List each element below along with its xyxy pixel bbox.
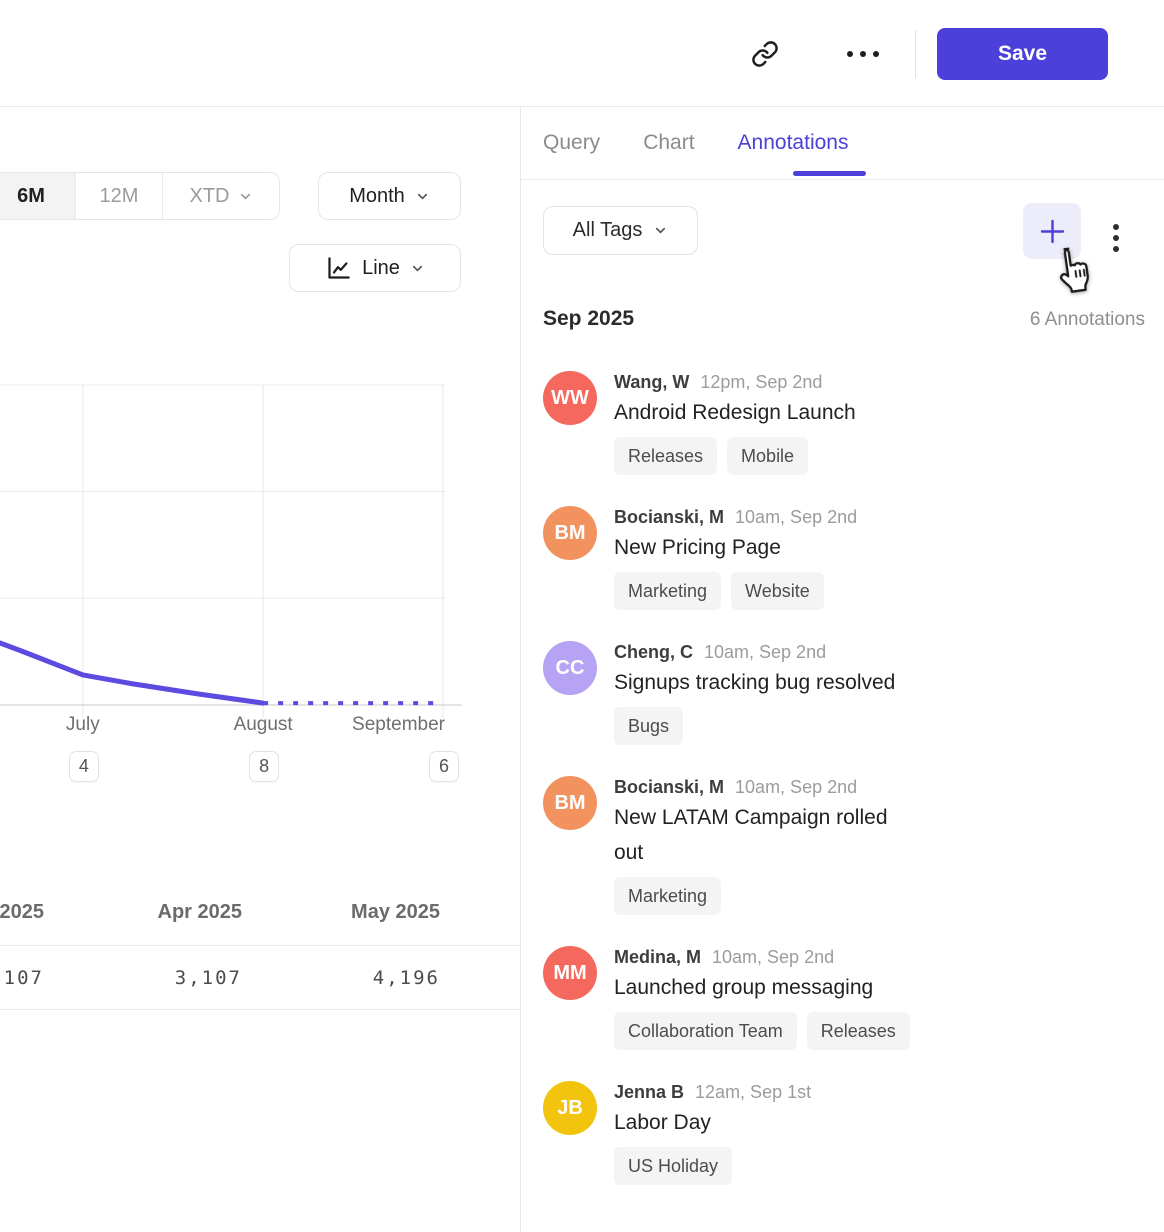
link-icon <box>751 40 779 68</box>
table-header-cell: May 2025 <box>242 901 440 924</box>
avatar: WW <box>543 371 597 425</box>
panel-menu-button[interactable] <box>1104 217 1128 259</box>
granularity-dropdown[interactable]: Month <box>318 172 461 220</box>
annotation-timestamp: 10am, Sep 2nd <box>735 777 857 798</box>
date-range-segmented-control: 6M 12M XTD <box>0 172 280 220</box>
annotation-tags: Marketing Website <box>614 572 857 610</box>
month-heading: Sep 2025 <box>543 307 634 331</box>
annotation-item[interactable]: WW Wang, W 12pm, Sep 2nd Android Redesig… <box>543 371 1156 475</box>
chevron-down-icon <box>410 261 425 276</box>
kebab-icon <box>1113 224 1119 230</box>
annotation-author: Medina, M <box>614 947 701 968</box>
chevron-down-icon <box>238 189 253 204</box>
annotation-tag[interactable]: Releases <box>614 437 717 475</box>
annotation-title: Labor Day <box>614 1105 811 1140</box>
annotation-tag[interactable]: Bugs <box>614 707 683 745</box>
annotation-author: Jenna B <box>614 1082 684 1103</box>
line-chart-icon <box>325 255 352 282</box>
annotation-tag[interactable]: US Holiday <box>614 1147 732 1185</box>
active-tab-indicator <box>793 171 866 176</box>
avatar: BM <box>543 506 597 560</box>
annotation-tag[interactable]: Marketing <box>614 877 721 915</box>
annotation-timestamp: 12am, Sep 1st <box>695 1082 811 1103</box>
annotation-item[interactable]: CC Cheng, C 10am, Sep 2nd Signups tracki… <box>543 641 1156 745</box>
tab-annotations[interactable]: Annotations <box>738 131 849 155</box>
annotation-tags: Collaboration Team Releases <box>614 1012 910 1050</box>
range-option-6m[interactable]: 6M <box>0 173 75 219</box>
x-tick-label: July <box>66 714 100 736</box>
more-actions-button[interactable] <box>840 40 886 68</box>
annotation-tag[interactable]: Marketing <box>614 572 721 610</box>
annotation-item[interactable]: MM Medina, M 10am, Sep 2nd Launched grou… <box>543 946 1156 1050</box>
annotation-timestamp: 10am, Sep 2nd <box>712 947 834 968</box>
annotations-panel: Query Chart Annotations All Tags <box>520 107 1164 1232</box>
x-axis-labels: July August September <box>0 714 470 742</box>
results-table: 2025 Apr 2025 May 2025 107 3,107 4,196 <box>0 880 520 1010</box>
tab-chart[interactable]: Chart <box>643 131 694 155</box>
annotation-title: Launched group messaging <box>614 970 910 1005</box>
table-value-cell: 4,196 <box>242 967 440 989</box>
annotation-tags: Marketing <box>614 877 914 915</box>
range-option-12m[interactable]: 12M <box>75 173 162 219</box>
annotation-tag[interactable]: Website <box>731 572 824 610</box>
annotation-tag[interactable]: Releases <box>807 1012 910 1050</box>
annotation-count-badge[interactable]: 6 <box>429 751 459 782</box>
table-value-cell: 107 <box>0 967 44 989</box>
table-header-cell: 2025 <box>0 901 44 924</box>
annotation-author: Bocianski, M <box>614 777 724 798</box>
annotation-tags: Releases Mobile <box>614 437 856 475</box>
annotation-tag[interactable]: Mobile <box>727 437 808 475</box>
plus-icon <box>1039 218 1066 245</box>
analytics-app: Save 6M 12M XTD Month Line JulyAu <box>0 0 1164 1232</box>
avatar: BM <box>543 776 597 830</box>
annotation-item[interactable]: JB Jenna B 12am, Sep 1st Labor Day US Ho… <box>543 1081 1156 1185</box>
x-tick-label: August <box>234 714 293 736</box>
line-chart[interactable] <box>0 380 470 725</box>
chevron-down-icon <box>415 189 430 204</box>
table-header-cell: Apr 2025 <box>44 901 242 924</box>
annotation-item[interactable]: BM Bocianski, M 10am, Sep 2nd New Pricin… <box>543 506 1156 610</box>
avatar: CC <box>543 641 597 695</box>
annotation-count-badge[interactable]: 8 <box>249 751 279 782</box>
tab-query[interactable]: Query <box>543 131 600 155</box>
avatar: MM <box>543 946 597 1000</box>
copy-link-button[interactable] <box>745 34 785 74</box>
annotation-tags: US Holiday <box>614 1147 811 1185</box>
annotation-timestamp: 12pm, Sep 2nd <box>700 372 822 393</box>
top-bar: Save <box>0 0 1164 107</box>
annotation-author: Wang, W <box>614 372 689 393</box>
annotation-item[interactable]: BM Bocianski, M 10am, Sep 2nd New LATAM … <box>543 776 1156 915</box>
panel-tabs: Query Chart Annotations <box>521 107 1164 180</box>
annotation-count-badge[interactable]: 4 <box>69 751 99 782</box>
annotation-title: Android Redesign Launch <box>614 395 856 430</box>
ellipsis-icon <box>847 51 853 57</box>
annotation-author: Cheng, C <box>614 642 693 663</box>
table-value-cell: 3,107 <box>44 967 242 989</box>
chart-type-dropdown[interactable]: Line <box>289 244 461 292</box>
annotation-list: WW Wang, W 12pm, Sep 2nd Android Redesig… <box>543 371 1156 1216</box>
annotation-title: New LATAM Campaign rolled out <box>614 800 914 870</box>
table-value-row: 107 3,107 4,196 <box>0 945 520 1010</box>
x-tick-label: September <box>352 714 445 736</box>
range-option-xtd[interactable]: XTD <box>162 173 279 219</box>
annotation-title: New Pricing Page <box>614 530 857 565</box>
table-header-row: 2025 Apr 2025 May 2025 <box>0 880 520 945</box>
annotation-tag[interactable]: Collaboration Team <box>614 1012 797 1050</box>
annotation-title: Signups tracking bug resolved <box>614 665 895 700</box>
save-button[interactable]: Save <box>937 28 1108 80</box>
annotations-section-header: Sep 2025 6 Annotations <box>543 307 1145 331</box>
tag-filter-dropdown[interactable]: All Tags <box>543 206 698 255</box>
annotation-timestamp: 10am, Sep 2nd <box>704 642 826 663</box>
chevron-down-icon <box>653 223 668 238</box>
annotation-timestamp: 10am, Sep 2nd <box>735 507 857 528</box>
annotation-tags: Bugs <box>614 707 895 745</box>
annotation-author: Bocianski, M <box>614 507 724 528</box>
add-annotation-button[interactable] <box>1023 203 1081 259</box>
avatar: JB <box>543 1081 597 1135</box>
x-axis-annotation-badges: 4 8 6 <box>0 751 470 783</box>
toolbar-divider <box>915 30 916 78</box>
annotation-count: 6 Annotations <box>1030 309 1145 331</box>
